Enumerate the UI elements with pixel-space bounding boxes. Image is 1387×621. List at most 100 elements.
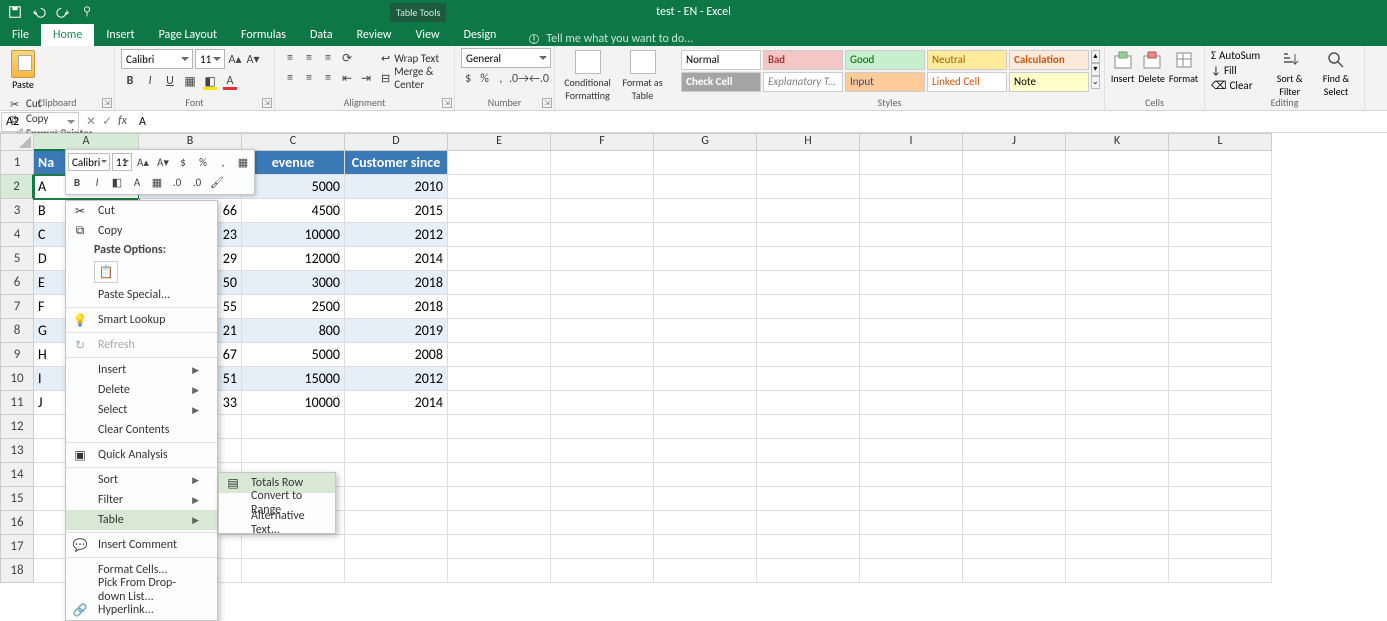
increase-indent-icon[interactable]: ⇥ (357, 68, 375, 88)
cell-C6[interactable]: 3000 (242, 271, 345, 295)
cell-H14[interactable] (757, 463, 860, 487)
cell-E4[interactable] (448, 223, 551, 247)
cell-F11[interactable] (551, 391, 654, 415)
cell-L12[interactable] (1169, 415, 1272, 439)
cell-G11[interactable] (654, 391, 757, 415)
formula-input[interactable]: A (133, 115, 1387, 129)
cell-G7[interactable] (654, 295, 757, 319)
cell-D1[interactable]: Customer since (345, 151, 448, 175)
cell-F17[interactable] (551, 535, 654, 559)
cell-H6[interactable] (757, 271, 860, 295)
cell-G1[interactable] (654, 151, 757, 175)
ctx-hyperlink[interactable]: 🔗Hyperlink... (66, 600, 217, 620)
cell-K1[interactable] (1066, 151, 1169, 175)
cell-J15[interactable] (963, 487, 1066, 511)
mini-format-icon[interactable]: ▦ (234, 153, 252, 171)
enter-formula-icon[interactable]: ✓ (102, 114, 112, 129)
cell-H11[interactable] (757, 391, 860, 415)
cell-C8[interactable]: 800 (242, 319, 345, 343)
cell-K4[interactable] (1066, 223, 1169, 247)
italic-button[interactable]: I (141, 71, 159, 91)
mini-format-painter-icon[interactable]: 🖌 (208, 173, 226, 191)
cell-C4[interactable]: 10000 (242, 223, 345, 247)
touch-mode-icon[interactable] (80, 5, 94, 19)
style-good[interactable]: Good (845, 50, 925, 70)
increase-font-icon[interactable]: A▴ (227, 49, 243, 69)
cell-G17[interactable] (654, 535, 757, 559)
cell-C17[interactable] (242, 535, 345, 559)
decrease-indent-icon[interactable]: ⇤ (338, 68, 356, 88)
font-size-combo[interactable]: 11 (195, 49, 225, 69)
cell-L11[interactable] (1169, 391, 1272, 415)
style-linked-cell[interactable]: Linked Cell (927, 72, 1007, 92)
paste-button[interactable]: Paste (6, 48, 40, 96)
cell-D5[interactable]: 2014 (345, 247, 448, 271)
redo-icon[interactable] (56, 5, 70, 19)
ctx-insert[interactable]: Insert▶ (66, 360, 217, 380)
ctx-sort[interactable]: Sort▶ (66, 470, 217, 490)
cell-I2[interactable] (860, 175, 963, 199)
cell-F18[interactable] (551, 559, 654, 583)
cell-L3[interactable] (1169, 199, 1272, 223)
cell-E1[interactable] (448, 151, 551, 175)
cell-styles-gallery[interactable]: Normal Bad Good Neutral Calculation Chec… (681, 50, 1089, 92)
mini-font-color-button[interactable]: A (128, 173, 146, 191)
cell-I15[interactable] (860, 487, 963, 511)
cell-F12[interactable] (551, 415, 654, 439)
row-header-10[interactable]: 10 (0, 367, 34, 391)
cell-D14[interactable] (345, 463, 448, 487)
cell-G5[interactable] (654, 247, 757, 271)
cell-I1[interactable] (860, 151, 963, 175)
mini-currency-icon[interactable]: $ (174, 153, 192, 171)
increase-decimal-icon[interactable]: .0→ (510, 69, 528, 89)
style-check-cell[interactable]: Check Cell (681, 72, 761, 92)
currency-icon[interactable]: $ (461, 69, 475, 89)
cell-J7[interactable] (963, 295, 1066, 319)
cell-E8[interactable] (448, 319, 551, 343)
row-header-16[interactable]: 16 (0, 511, 34, 535)
cell-F3[interactable] (551, 199, 654, 223)
autosum-button[interactable]: ΣAutoSum (1211, 48, 1269, 63)
cell-I5[interactable] (860, 247, 963, 271)
cell-E12[interactable] (448, 415, 551, 439)
cell-J16[interactable] (963, 511, 1066, 535)
cell-J12[interactable] (963, 415, 1066, 439)
cell-D10[interactable]: 2012 (345, 367, 448, 391)
cell-E9[interactable] (448, 343, 551, 367)
cell-I6[interactable] (860, 271, 963, 295)
mini-size-combo[interactable]: 11 (112, 153, 132, 171)
cell-F16[interactable] (551, 511, 654, 535)
ctx-quick-analysis[interactable]: ▣Quick Analysis (66, 445, 217, 465)
cell-C9[interactable]: 5000 (242, 343, 345, 367)
cell-H1[interactable] (757, 151, 860, 175)
percent-icon[interactable]: % (477, 69, 491, 89)
cell-E13[interactable] (448, 439, 551, 463)
cell-I4[interactable] (860, 223, 963, 247)
align-top-icon[interactable]: ≡ (281, 48, 299, 68)
cell-G6[interactable] (654, 271, 757, 295)
cell-H7[interactable] (757, 295, 860, 319)
row-header-18[interactable]: 18 (0, 559, 34, 583)
style-calculation[interactable]: Calculation (1009, 50, 1089, 70)
cell-K9[interactable] (1066, 343, 1169, 367)
cell-I12[interactable] (860, 415, 963, 439)
cell-L8[interactable] (1169, 319, 1272, 343)
cell-G13[interactable] (654, 439, 757, 463)
cell-H13[interactable] (757, 439, 860, 463)
cell-H3[interactable] (757, 199, 860, 223)
cell-F15[interactable] (551, 487, 654, 511)
row-header-15[interactable]: 15 (0, 487, 34, 511)
style-explanatory[interactable]: Explanatory T... (763, 72, 843, 92)
cell-I7[interactable] (860, 295, 963, 319)
row-header-1[interactable]: 1 (0, 151, 34, 175)
underline-button[interactable]: U (161, 71, 179, 91)
cell-C7[interactable]: 2500 (242, 295, 345, 319)
cell-H15[interactable] (757, 487, 860, 511)
cell-C1[interactable]: evenue (242, 151, 345, 175)
mini-border-button[interactable]: ▦ (148, 173, 166, 191)
cell-E17[interactable] (448, 535, 551, 559)
cell-J13[interactable] (963, 439, 1066, 463)
tab-formulas[interactable]: Formulas (229, 24, 298, 46)
cell-L14[interactable] (1169, 463, 1272, 487)
sub-alternative-text[interactable]: Alternative Text... (219, 513, 335, 533)
